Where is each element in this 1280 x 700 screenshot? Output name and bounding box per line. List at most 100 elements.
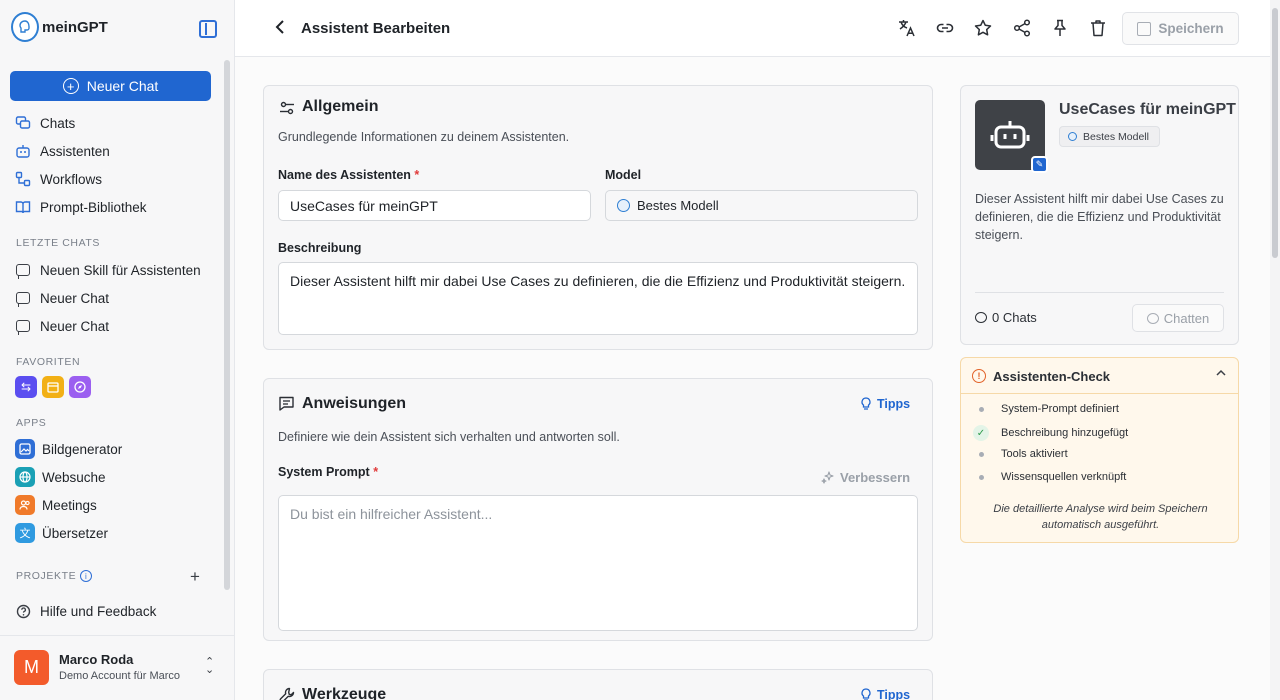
sidebar-item-assistenten[interactable]: Assistenten (15, 140, 110, 162)
system-prompt-label-text: System Prompt (278, 465, 370, 479)
logo-text: meinGPT (42, 18, 108, 36)
check-item: System-Prompt definiert (973, 403, 1119, 415)
check-item: Wissensquellen verknüpft (973, 471, 1126, 483)
assistant-preview-card: ✎ UseCases für meinGPT Bestes Modell Die… (960, 85, 1239, 345)
user-menu[interactable]: M Marco Roda Demo Account für Marco ⌃ ⌄ (0, 635, 234, 700)
chat-button[interactable]: Chatten (1132, 304, 1224, 332)
general-card: Allgemein Grundlegende Informationen zu … (263, 85, 933, 350)
improve-button[interactable]: Verbessern (821, 470, 910, 485)
name-label: Name des Assistenten * (278, 168, 419, 182)
sidebar-scrollbar[interactable] (224, 60, 230, 590)
logo[interactable]: meinGPT (11, 12, 108, 42)
recent-chat-item[interactable]: Neuer Chat (15, 315, 109, 337)
sparkles-icon (821, 470, 834, 484)
check-item-label: Wissensquellen verknüpft (1001, 471, 1127, 483)
system-prompt-placeholder: Du bist ein hilfreicher Assistent... (290, 506, 493, 522)
plus-circle-icon: + (62, 78, 79, 94)
page-title: Assistent Bearbeiten (301, 20, 451, 37)
sidebar-item-workflows[interactable]: Workflows (15, 168, 102, 190)
app-item-websuche[interactable]: Websuche (15, 466, 106, 488)
tips-button[interactable]: Tipps (860, 397, 910, 411)
calendar-icon[interactable] (42, 376, 64, 398)
app-item-meetings[interactable]: Meetings (15, 494, 97, 516)
page-scrollbar[interactable] (1270, 0, 1280, 700)
link-icon[interactable] (934, 17, 956, 39)
help-feedback-link[interactable]: Hilfe und Feedback (15, 600, 156, 622)
compass-icon[interactable] (69, 376, 91, 398)
chat-button-label: Chatten (1163, 310, 1210, 326)
model-label: Model (605, 168, 642, 182)
favorites-row: ⇆ (15, 376, 91, 398)
recent-chat-label: Neuer Chat (40, 318, 110, 334)
general-title: Allgemein (302, 98, 379, 115)
assistant-check-header[interactable]: ! Assistenten-Check (961, 358, 1238, 394)
projects-title-text: PROJEKTE (16, 570, 77, 582)
sidebar-item-prompt-bibliothek[interactable]: Prompt-Bibliothek (15, 196, 147, 218)
brain-logo-icon (11, 12, 39, 42)
description-textarea[interactable]: Dieser Assistent hilft mir dabei Use Cas… (278, 262, 918, 335)
app-label: Meetings (42, 497, 97, 513)
translate-icon[interactable] (896, 17, 918, 39)
chats-icon (15, 115, 31, 131)
lightbulb-icon (861, 397, 871, 410)
edit-pencil-icon[interactable]: ✎ (1031, 156, 1048, 173)
recent-chat-label: Neuer Chat (40, 290, 110, 306)
save-button[interactable]: Speichern (1122, 12, 1239, 45)
users-icon (15, 495, 35, 515)
required-mark: * (373, 465, 379, 479)
instructions-card: Anweisungen Tipps Definiere wie dein Ass… (263, 378, 933, 641)
page-header: Assistent Bearbeiten Speichern (235, 0, 1270, 57)
robot-icon (15, 143, 31, 159)
chevron-up-down-icon[interactable]: ⌃ ⌄ (205, 657, 214, 676)
chevron-up-icon[interactable] (1215, 367, 1227, 382)
star-icon[interactable] (972, 17, 994, 39)
app-label: Bildgenerator (42, 441, 123, 457)
tips-label: Tipps (877, 688, 911, 700)
chat-bubble-icon (15, 290, 31, 307)
instructions-subtitle: Definiere wie dein Assistent sich verhal… (278, 430, 620, 444)
new-chat-label: Neuer Chat (86, 78, 159, 94)
model-select[interactable]: Bestes Modell (605, 190, 918, 221)
app-item-uebersetzer[interactable]: 文 Übersetzer (15, 522, 108, 544)
assistant-name-input[interactable]: UseCases für meinGPT (278, 190, 591, 221)
pin-icon[interactable] (1049, 17, 1071, 39)
tips-button[interactable]: Tipps (860, 688, 910, 700)
assistant-check-title: Assistenten-Check (993, 369, 1111, 384)
system-prompt-label: System Prompt * (278, 465, 378, 479)
chat-count-label: 0 Chats (992, 310, 1037, 325)
app-label: Websuche (42, 469, 106, 485)
help-circle-icon (15, 603, 31, 619)
favorites-title: FAVORITEN (16, 356, 81, 368)
user-name: Marco Roda (59, 652, 134, 667)
model-badge: Bestes Modell (1059, 126, 1160, 147)
recent-chat-item[interactable]: Neuer Chat (15, 287, 109, 309)
tips-label: Tipps (877, 397, 911, 411)
check-icon: ✓ (973, 425, 989, 441)
info-icon[interactable]: i (80, 570, 93, 583)
swap-arrows-icon[interactable]: ⇆ (15, 376, 37, 398)
sidebar-collapse-icon[interactable] (199, 20, 217, 38)
chat-bubble-icon (1146, 312, 1159, 324)
check-item: ✓ Beschreibung hinzugefügt (973, 425, 1128, 441)
system-prompt-textarea[interactable]: Du bist ein hilfreicher Assistent... (278, 495, 918, 631)
scrollbar-thumb[interactable] (1272, 8, 1278, 258)
avatar: M (14, 650, 49, 685)
pending-dot-icon (973, 474, 989, 480)
app-item-bildgenerator[interactable]: Bildgenerator (15, 438, 122, 460)
apps-title: APPS (16, 417, 47, 429)
globe-icon (15, 467, 35, 487)
save-disk-icon (1137, 21, 1152, 36)
check-item-label: Beschreibung hinzugefügt (1001, 427, 1129, 439)
chat-bubble-icon (15, 262, 31, 279)
lightbulb-icon (861, 688, 871, 700)
new-chat-button[interactable]: + Neuer Chat (10, 71, 211, 101)
robot-icon (990, 121, 1030, 149)
trash-icon[interactable] (1087, 17, 1109, 39)
add-project-icon[interactable]: + (190, 567, 200, 587)
book-icon (15, 199, 31, 215)
recent-chat-item[interactable]: Neuen Skill für Assistenten (15, 259, 201, 281)
back-arrow-icon[interactable] (273, 18, 289, 41)
sidebar-item-chats[interactable]: Chats (15, 112, 75, 134)
share-icon[interactable] (1011, 17, 1033, 39)
required-mark: * (414, 168, 420, 182)
